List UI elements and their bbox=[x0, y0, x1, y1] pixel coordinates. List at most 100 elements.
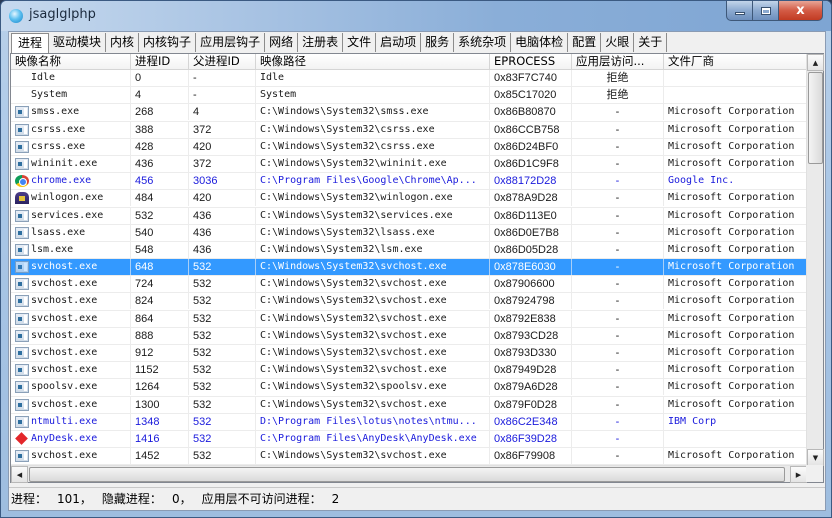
tab-7[interactable]: 文件 bbox=[343, 33, 377, 52]
arrow-right-icon: ▶ bbox=[795, 470, 802, 479]
tab-9[interactable]: 服务 bbox=[421, 33, 455, 52]
image-path-cell: System bbox=[256, 87, 490, 104]
scroll-up-button[interactable]: ▲ bbox=[807, 54, 824, 71]
app-access-cell: - bbox=[572, 327, 664, 344]
minimize-button[interactable] bbox=[726, 1, 753, 21]
parent-pid-cell: - bbox=[189, 87, 256, 104]
eprocess-cell: 0x86F39D28 bbox=[490, 430, 572, 447]
table-row[interactable]: csrss.exe 388 372 C:\Windows\System32\csrss… bbox=[11, 121, 807, 139]
tab-0[interactable]: 进程 bbox=[11, 33, 50, 53]
table-row[interactable]: chrome.exe 456 3036 C:\Program Files\Google… bbox=[11, 173, 807, 191]
scroll-down-button[interactable]: ▼ bbox=[807, 449, 824, 466]
file-vendor-cell: Microsoft Corporation bbox=[668, 364, 795, 376]
table-row[interactable]: lsm.exe 548 436 C:\Windows\System32\lsm.exe… bbox=[11, 241, 807, 260]
column-header-0[interactable]: 映像名称 bbox=[11, 54, 131, 70]
vertical-scroll-thumb[interactable] bbox=[808, 72, 823, 164]
table-row[interactable]: svchost.exe 1152 532 C:\Windows\System32\sv… bbox=[11, 362, 807, 380]
pid-cell: 912 bbox=[131, 345, 189, 361]
app-access-cell: 拒绝 bbox=[572, 70, 664, 86]
table-row[interactable]: svchost.exe 824 532 C:\Windows\System32\svc… bbox=[11, 293, 807, 311]
process-list[interactable]: 映像名称 进程ID 父进程ID 映像路径 EPROCESS 应用层访问... 文件厂商 Id… bbox=[10, 53, 824, 483]
table-row[interactable]: svchost.exe 912 532 C:\Windows\System32\svc… bbox=[11, 345, 807, 363]
pid-cell: 540 bbox=[131, 224, 189, 241]
tab-10[interactable]: 系统杂项 bbox=[454, 33, 512, 52]
parent-pid-cell: 532 bbox=[189, 345, 256, 361]
tab-4[interactable]: 应用层钩子 bbox=[196, 33, 266, 52]
table-row[interactable]: ntmulti.exe 1348 532 D:\Program Files\lotus… bbox=[11, 413, 807, 431]
tab-bar: 进程 驱动模块 内核 内核钩子 应用层钩子 网络 注册表 文件 启动项 服务 系统杂项 电脑体检 配置火… bbox=[11, 33, 668, 53]
column-header-1[interactable]: 进程ID bbox=[131, 54, 189, 70]
vertical-scrollbar[interactable]: ▲ ▼ bbox=[806, 54, 824, 466]
tab-12[interactable]: 配置 bbox=[568, 33, 602, 52]
parent-pid-cell: 420 bbox=[189, 190, 256, 207]
tab-14[interactable]: 关于 bbox=[634, 33, 668, 52]
parent-pid-cell: 532 bbox=[189, 379, 256, 396]
inaccessible-process-count: 2 bbox=[331, 492, 340, 506]
image-name-cell: Idle bbox=[11, 70, 131, 86]
table-row[interactable]: lsass.exe 540 436 C:\Windows\System32\lsass… bbox=[11, 224, 807, 242]
column-header-2[interactable]: 父进程ID bbox=[189, 54, 256, 70]
file-vendor-cell: Microsoft Corporation bbox=[668, 450, 795, 462]
table-row[interactable]: smss.exe 268 4 C:\Windows\System32\smss.exe… bbox=[11, 104, 807, 122]
file-vendor-cell: Microsoft Corporation bbox=[668, 243, 795, 255]
table-row[interactable]: svchost.exe 724 532 C:\Windows\System32\svc… bbox=[11, 276, 807, 294]
horizontal-scroll-thumb[interactable] bbox=[29, 467, 785, 482]
exe-process-icon bbox=[15, 450, 29, 463]
maximize-button[interactable] bbox=[753, 1, 779, 21]
parent-pid-cell: 436 bbox=[189, 224, 256, 241]
tab-5[interactable]: 网络 bbox=[265, 33, 299, 52]
column-header-3[interactable]: 映像路径 bbox=[256, 54, 490, 70]
pid-cell: 1300 bbox=[131, 396, 189, 413]
image-path-cell: C:\Windows\System32\svchost.exe bbox=[256, 259, 490, 276]
exe-process-icon bbox=[15, 347, 29, 359]
file-vendor-cell: Microsoft Corporation bbox=[668, 226, 795, 238]
image-name-cell: spoolsv.exe bbox=[11, 379, 131, 396]
file-vendor-cell: IBM Corp bbox=[668, 415, 717, 427]
table-row[interactable]: spoolsv.exe 1264 532 C:\Windows\System32\sp… bbox=[11, 379, 807, 397]
table-row[interactable]: winlogon.exe 484 420 C:\Windows\System32\wi… bbox=[11, 190, 807, 208]
file-vendor-cell: Microsoft Corporation bbox=[668, 106, 795, 118]
tab-11[interactable]: 电脑体检 bbox=[511, 33, 569, 52]
table-row[interactable]: AnyDesk.exe 1416 532 C:\Program Files\AnyDe… bbox=[11, 430, 807, 449]
column-header-6[interactable]: 文件厂商 bbox=[664, 54, 807, 70]
table-row[interactable]: wininit.exe 436 372 C:\Windows\System32\win… bbox=[11, 155, 807, 174]
app-orb-icon bbox=[9, 9, 23, 23]
image-path-cell: C:\Windows\System32\svchost.exe bbox=[256, 310, 490, 327]
scroll-left-button[interactable]: ◀ bbox=[11, 466, 28, 483]
client-area: 进程 驱动模块 内核 内核钩子 应用层钩子 网络 注册表 文件 启动项 服务 系统杂项 电脑体检 配置火… bbox=[8, 31, 826, 511]
column-header-4[interactable]: EPROCESS bbox=[490, 54, 572, 70]
title-bar[interactable]: jsaglglphp x bbox=[1, 1, 831, 31]
pid-cell: 484 bbox=[131, 190, 189, 207]
table-row[interactable]: svchost.exe 864 532 C:\Windows\System32\svc… bbox=[11, 310, 807, 328]
file-vendor-cell: Microsoft Corporation bbox=[668, 398, 795, 410]
image-path-cell: C:\Windows\System32\lsass.exe bbox=[256, 224, 490, 241]
table-row[interactable]: svchost.exe 648 532 C:\Windows\System32\svc… bbox=[11, 259, 807, 277]
table-row[interactable]: svchost.exe 888 532 C:\Windows\System32\svc… bbox=[11, 327, 807, 345]
process-count: 101， bbox=[57, 492, 92, 506]
column-header-5[interactable]: 应用层访问... bbox=[572, 54, 664, 70]
horizontal-scrollbar[interactable]: ◀ ▶ bbox=[11, 465, 807, 483]
scroll-right-button[interactable]: ▶ bbox=[790, 466, 807, 483]
table-row[interactable]: services.exe 532 436 C:\Windows\System32\se… bbox=[11, 207, 807, 225]
tab-6[interactable]: 注册表 bbox=[298, 33, 344, 52]
table-row[interactable]: svchost.exe 1300 532 C:\Windows\System32\sv… bbox=[11, 396, 807, 414]
parent-pid-cell: 532 bbox=[189, 396, 256, 413]
image-name-text: svchost.exe bbox=[31, 364, 98, 376]
tab-2[interactable]: 内核 bbox=[106, 33, 140, 52]
eprocess-cell: 0x8793CD28 bbox=[490, 327, 572, 344]
image-path-cell: C:\Windows\System32\spoolsv.exe bbox=[256, 379, 490, 396]
table-row[interactable]: Idle 0- Idle 0x83F7C740 拒绝 bbox=[11, 70, 807, 88]
tab-1[interactable]: 驱动模块 bbox=[49, 33, 107, 52]
tab-8[interactable]: 启动项 bbox=[376, 33, 422, 52]
image-name-cell: svchost.exe bbox=[11, 362, 131, 379]
tab-13[interactable]: 火眼 bbox=[601, 33, 635, 52]
table-row[interactable]: System 4- System 0x85C17020 拒绝 bbox=[11, 87, 807, 105]
file-vendor-cell: Microsoft Corporation bbox=[668, 157, 795, 169]
table-row[interactable]: svchost.exe 1452 532 C:\Windows\System32\sv… bbox=[11, 448, 807, 466]
table-row[interactable]: csrss.exe 428 420 C:\Windows\System32\csrss… bbox=[11, 138, 807, 156]
eprocess-cell: 0x86D05D28 bbox=[490, 241, 572, 258]
tab-3[interactable]: 内核钩子 bbox=[139, 33, 197, 52]
image-name-text: services.exe bbox=[31, 209, 104, 221]
image-name-text: System bbox=[31, 89, 68, 101]
close-button[interactable]: x bbox=[779, 1, 823, 21]
